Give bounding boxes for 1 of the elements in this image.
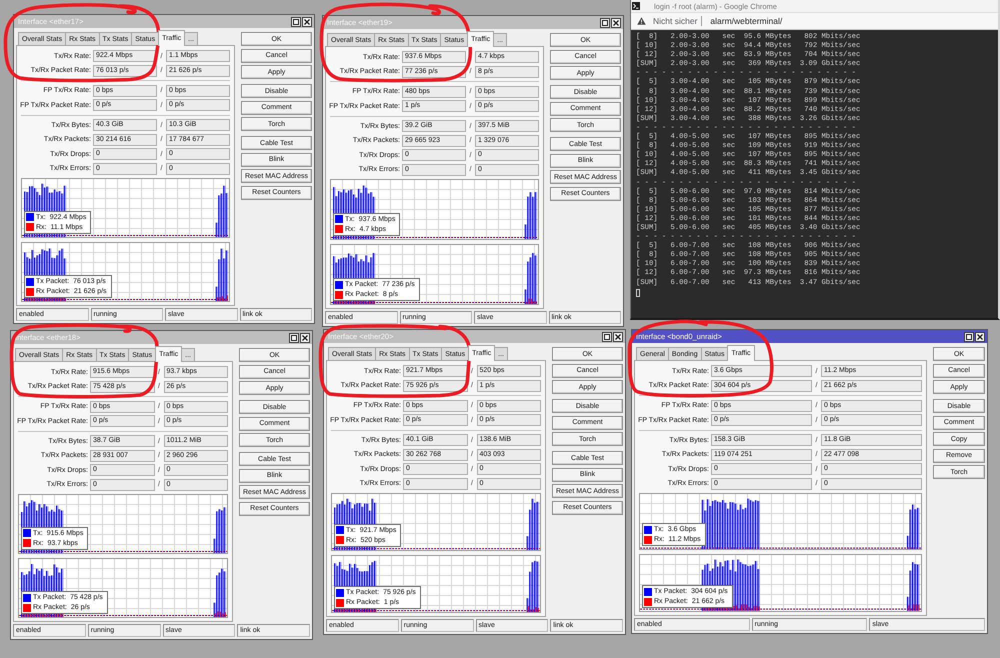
security-label: Nicht sicher — [653, 16, 698, 26]
